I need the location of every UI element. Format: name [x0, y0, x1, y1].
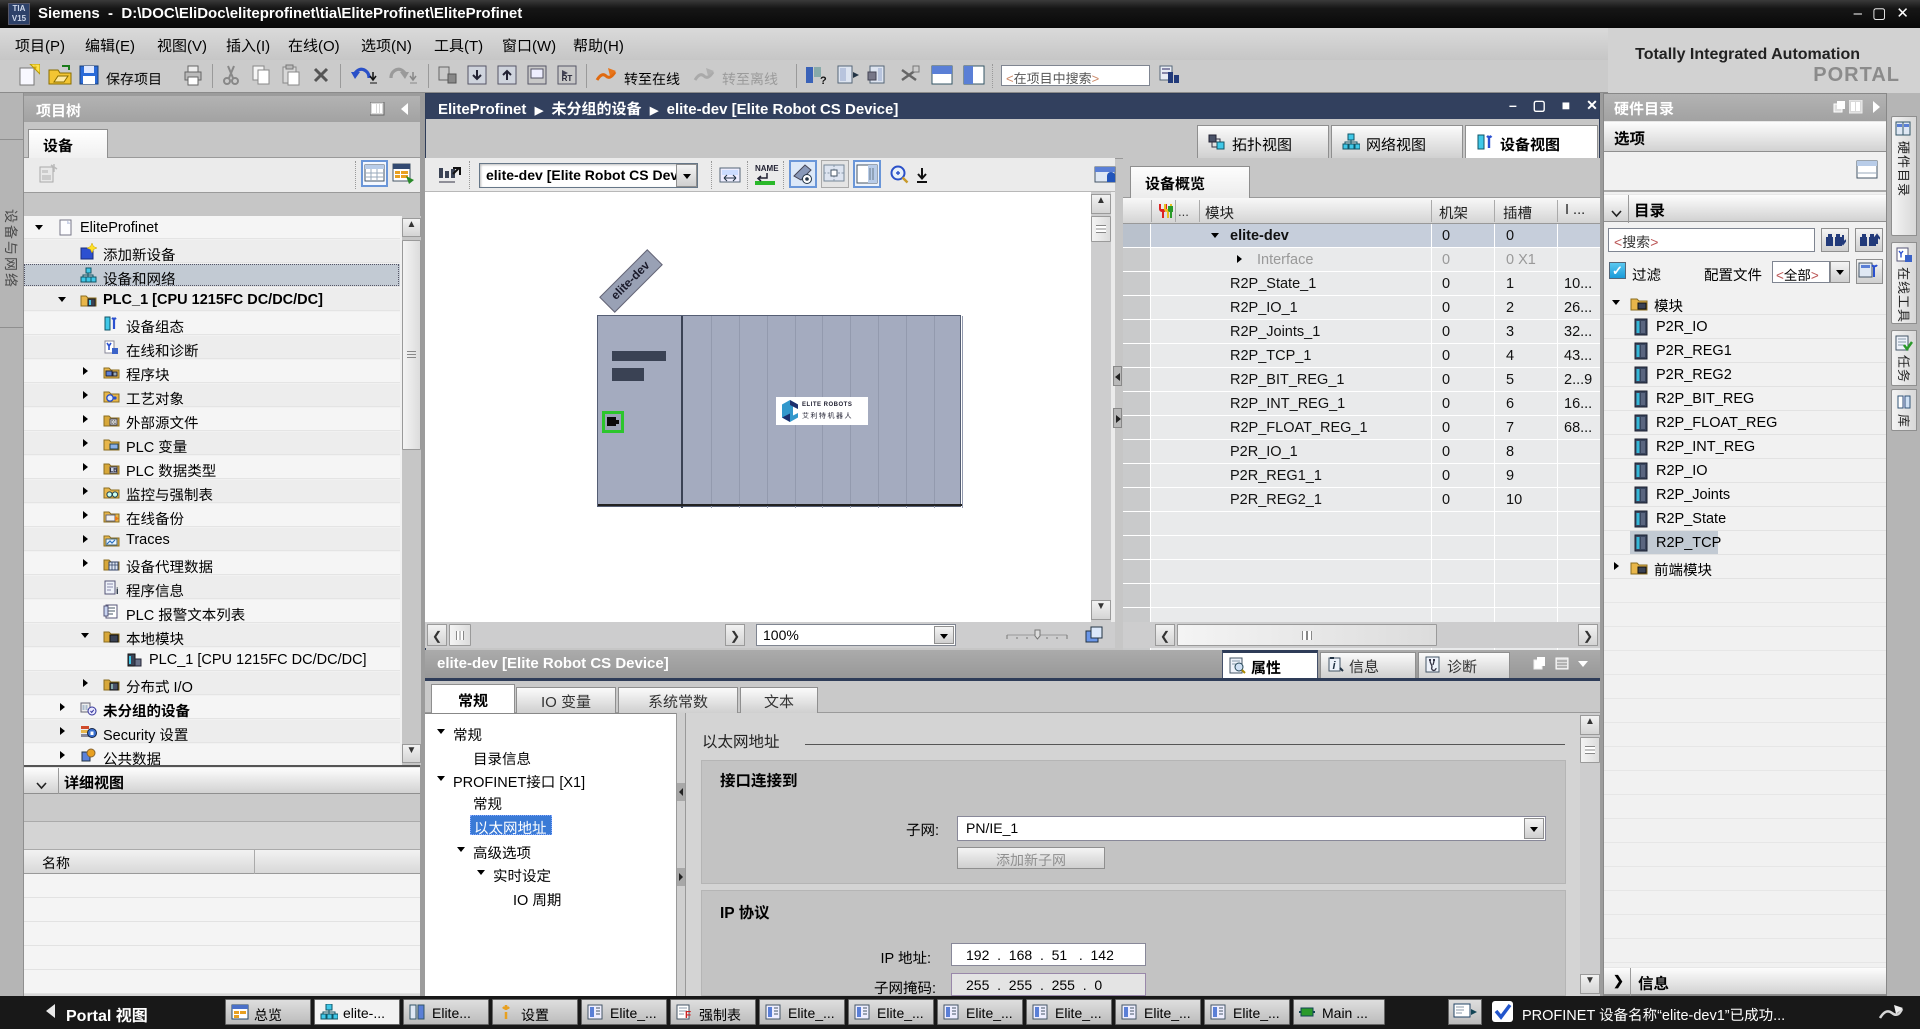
- svg-text:LB: LB: [110, 468, 117, 474]
- svg-text:NAME: NAME: [755, 164, 779, 173]
- svg-text:?: ?: [820, 75, 827, 86]
- svg-text:i: i: [116, 586, 119, 596]
- svg-text:F: F: [685, 1010, 691, 1020]
- svg-text:*: *: [33, 64, 38, 76]
- svg-text:01: 01: [111, 420, 117, 426]
